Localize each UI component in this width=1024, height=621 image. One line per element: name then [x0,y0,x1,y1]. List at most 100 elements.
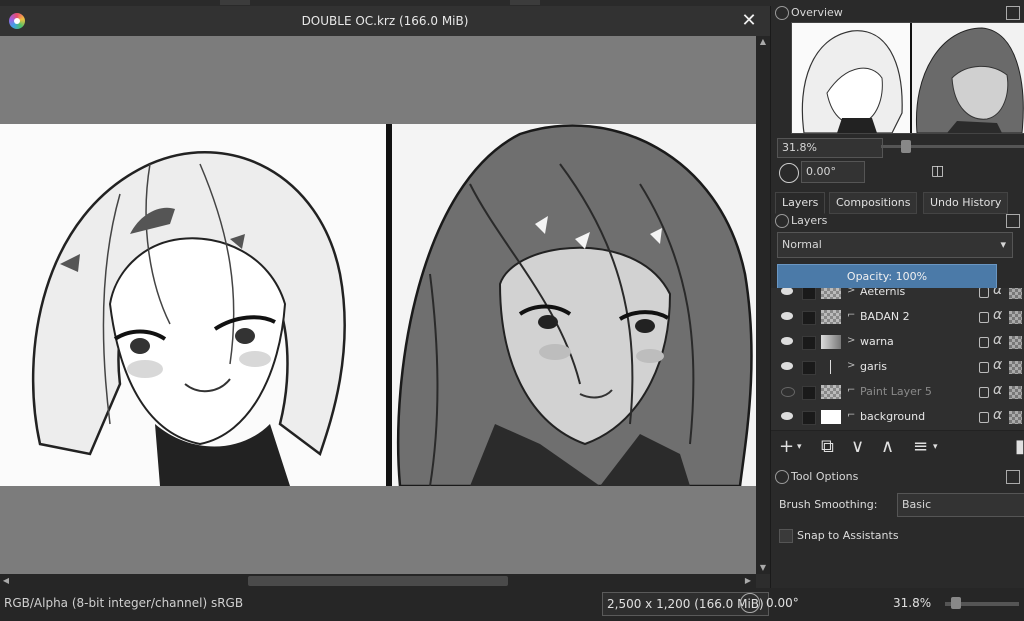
layer-select-box[interactable] [802,311,816,325]
layer-row[interactable]: > warna α [771,330,1024,356]
inherit-alpha-icon[interactable] [1009,361,1022,374]
layer-row[interactable]: ⌐ Paint Layer 5 α [771,380,1024,406]
overview-zoom-field[interactable]: 31.8% [777,138,883,158]
float-docker-icon[interactable] [1006,470,1020,484]
lock-icon[interactable] [775,6,789,20]
group-arrow-icon[interactable]: > [847,360,855,371]
scroll-left-icon[interactable]: ◀ [0,574,12,588]
right-docker: Overview 31.8% 0.00° ◫ Layers Compositio… [771,0,1024,588]
inherit-alpha-icon[interactable] [1009,336,1022,349]
rotation-value[interactable]: 0.00° [766,596,799,610]
layer-select-box[interactable] [802,288,816,300]
layer-name[interactable]: BADAN 2 [860,310,910,323]
lock-icon[interactable] [979,312,989,323]
inherit-alpha-icon[interactable] [1009,411,1022,424]
tab-compositions[interactable]: Compositions [829,192,918,214]
chevron-down-icon[interactable]: ▾ [933,442,938,452]
toolbar-chip[interactable] [510,0,540,5]
blend-mode-value: Normal [782,238,822,251]
layer-properties-icon[interactable]: ≡ [913,436,928,457]
eye-icon[interactable] [781,288,793,295]
alpha-lock-icon[interactable]: α [993,382,1002,398]
layer-toolbar: + ▾ ⧉ ∨ ∧ ≡ ▾ ▮ [771,436,1024,462]
snap-to-assistants-checkbox[interactable] [779,529,793,543]
alpha-lock-icon[interactable]: α [993,332,1002,348]
layer-select-box[interactable] [802,386,816,400]
move-layer-up-icon[interactable]: ∧ [881,436,894,457]
eye-icon[interactable] [781,362,793,370]
opacity-slider[interactable]: Opacity: 100% [777,264,997,290]
alpha-lock-icon[interactable]: α [993,357,1002,373]
delete-layer-icon[interactable]: ▮ [1015,436,1024,457]
layer-row[interactable]: > garis α [771,355,1024,381]
canvas-divider [386,124,392,486]
horizontal-scrollbar[interactable]: ◀ ▶ [0,574,756,588]
snap-to-assistants-label[interactable]: Snap to Assistants [797,529,899,542]
duplicate-layer-icon[interactable]: ⧉ [821,436,834,457]
layer-name[interactable]: Paint Layer 5 [860,385,932,398]
move-layer-down-icon[interactable]: ∨ [851,436,864,457]
tool-options-title: Tool Options [791,470,859,483]
layer-select-box[interactable] [802,361,816,375]
layer-thumbnail [821,288,841,299]
chevron-down-icon[interactable]: ▾ [797,442,802,452]
scroll-down-icon[interactable]: ▼ [756,562,770,574]
layer-thumbnail [821,310,841,324]
lock-icon[interactable] [775,470,789,484]
rotation-icon[interactable] [740,593,760,613]
overview-rotation-field[interactable]: 0.00° [801,161,865,183]
chevron-down-icon: ▾ [1000,238,1006,251]
brush-smoothing-select[interactable]: Basic [897,493,1024,517]
lock-icon[interactable] [979,288,989,298]
eye-icon[interactable] [781,412,793,420]
alpha-lock-icon[interactable]: α [993,307,1002,323]
lock-icon[interactable] [979,362,989,373]
layer-name[interactable]: background [860,410,925,423]
layer-name[interactable]: garis [860,360,887,373]
layer-thumbnail [821,360,841,374]
layer-list[interactable]: > Aeternis α ⌐ BADAN 2 α > warna α > gar… [771,288,1024,434]
tab-undo-history[interactable]: Undo History [923,192,1009,214]
float-docker-icon[interactable] [1006,214,1020,228]
artwork-canvas[interactable] [0,124,756,486]
overview-thumbnail[interactable] [791,22,1024,134]
vertical-scrollbar[interactable]: ▲ ▼ [756,36,770,574]
eye-hidden-icon[interactable] [781,387,795,397]
inherit-alpha-icon[interactable] [1009,288,1022,299]
alpha-lock-icon[interactable]: α [993,288,1002,298]
scroll-up-icon[interactable]: ▲ [756,36,770,48]
close-button[interactable]: ✕ [738,10,760,32]
alpha-lock-icon[interactable]: α [993,407,1002,423]
mirror-view-icon[interactable]: ◫ [931,163,944,179]
blend-mode-select[interactable]: Normal ▾ [777,232,1013,258]
float-docker-icon[interactable] [1006,6,1020,20]
layer-select-box[interactable] [802,411,816,425]
eye-icon[interactable] [781,312,793,320]
layer-row[interactable]: > Aeternis α [771,288,1024,306]
group-arrow-icon[interactable]: > [847,288,855,296]
overview-zoom-handle[interactable] [901,140,911,153]
paint-layer-icon: ⌐ [847,410,856,421]
lock-icon[interactable] [775,214,789,228]
tab-layers[interactable]: Layers [775,192,826,214]
zoom-slider-handle[interactable] [951,597,961,609]
toolbar-chip[interactable] [220,0,250,5]
inherit-alpha-icon[interactable] [1009,311,1022,324]
canvas-viewport[interactable] [0,36,756,574]
scroll-right-icon[interactable]: ▶ [742,574,754,588]
layer-name[interactable]: Aeternis [860,288,905,298]
layer-name[interactable]: warna [860,335,894,348]
layer-row[interactable]: ⌐ background α [771,405,1024,431]
lock-icon[interactable] [979,412,989,423]
layer-select-box[interactable] [802,336,816,350]
krita-app-icon [9,13,25,29]
inherit-alpha-icon[interactable] [1009,386,1022,399]
add-layer-icon[interactable]: + [779,436,794,457]
zoom-value[interactable]: 31.8% [893,596,931,610]
layer-row[interactable]: ⌐ BADAN 2 α [771,305,1024,331]
horizontal-scroll-thumb[interactable] [248,576,508,586]
group-arrow-icon[interactable]: > [847,335,855,346]
lock-icon[interactable] [979,337,989,348]
eye-icon[interactable] [781,337,793,345]
lock-icon[interactable] [979,387,989,398]
